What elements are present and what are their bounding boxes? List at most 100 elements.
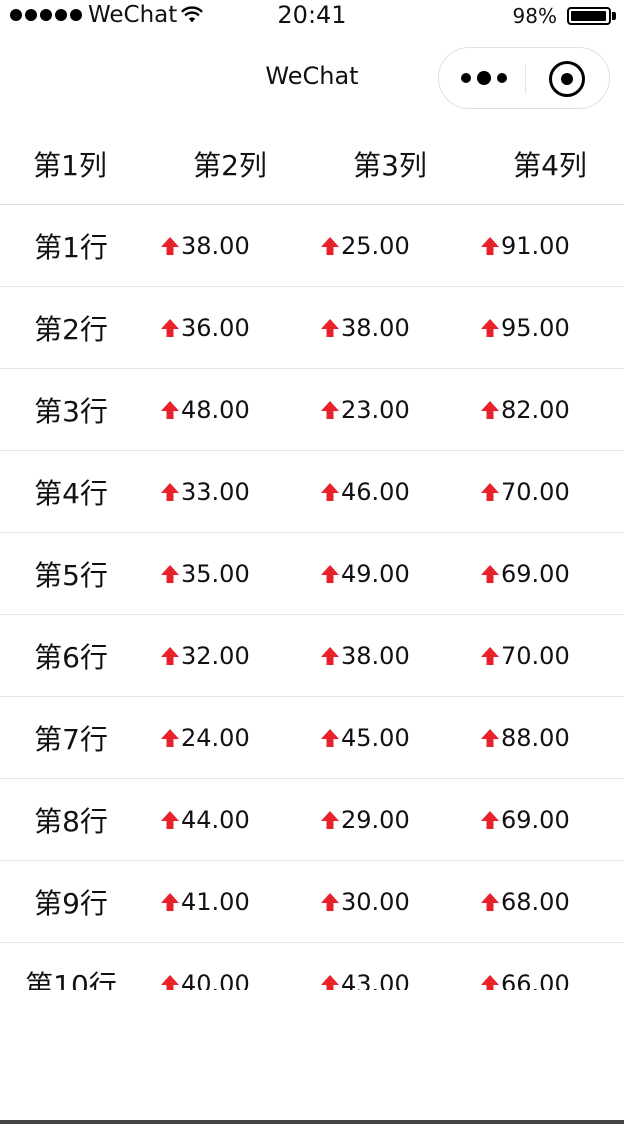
table-header-row: 第1列 第2列 第3列 第4列: [0, 124, 624, 205]
arrow-up-icon: [161, 318, 179, 337]
data-table: 第1列 第2列 第3列 第4列 第1行 38.00 25.00 91.00 第2行 36.…: [0, 124, 624, 990]
value-cell: 88.00: [480, 697, 570, 778]
arrow-up-icon: [161, 646, 179, 665]
home-indicator: [0, 1120, 624, 1124]
row-label: 第5行: [34, 558, 108, 592]
value-text: 23.00: [341, 395, 410, 424]
value-cell: 43.00: [320, 943, 410, 990]
more-options-icon[interactable]: [461, 68, 507, 88]
arrow-up-icon: [321, 564, 339, 583]
arrow-up-icon: [161, 974, 179, 990]
value-text: 32.00: [181, 641, 250, 670]
row-label: 第6行: [34, 640, 108, 674]
value-text: 45.00: [341, 723, 410, 752]
close-mini-program-icon[interactable]: [549, 61, 585, 97]
value-text: 66.00: [501, 969, 570, 991]
table-row: 第7行 24.00 45.00 88.00: [0, 697, 624, 779]
value-cell: 36.00: [160, 287, 250, 368]
arrow-up-icon: [481, 646, 499, 665]
mini-program-capsule: [438, 47, 610, 109]
value-cell: 49.00: [320, 533, 410, 614]
row-label: 第4行: [34, 476, 108, 510]
value-text: 69.00: [501, 805, 570, 834]
arrow-up-icon: [481, 236, 499, 255]
value-text: 25.00: [341, 231, 410, 260]
value-cell: 35.00: [160, 533, 250, 614]
column-header: 第2列: [193, 149, 267, 182]
row-label: 第8行: [34, 804, 108, 838]
battery-icon: [567, 7, 611, 25]
value-cell: 25.00: [320, 205, 410, 286]
capsule-divider: [525, 64, 526, 94]
table-body: 第1行 38.00 25.00 91.00 第2行 36.00 38.00 95.00 第3行 4…: [0, 205, 624, 990]
battery-tip: [612, 12, 616, 20]
value-cell: 33.00: [160, 451, 250, 532]
table-row: 第10行 40.00 43.00 66.00: [0, 943, 624, 990]
value-text: 70.00: [501, 477, 570, 506]
battery-percentage: 98%: [512, 4, 557, 28]
arrow-up-icon: [481, 564, 499, 583]
value-text: 29.00: [341, 805, 410, 834]
value-cell: 38.00: [320, 287, 410, 368]
value-text: 24.00: [181, 723, 250, 752]
table-row: 第3行 48.00 23.00 82.00: [0, 369, 624, 451]
value-cell: 48.00: [160, 369, 250, 450]
value-text: 38.00: [341, 641, 410, 670]
arrow-up-icon: [161, 236, 179, 255]
arrow-up-icon: [161, 482, 179, 501]
arrow-up-icon: [321, 236, 339, 255]
value-text: 41.00: [181, 887, 250, 916]
value-text: 33.00: [181, 477, 250, 506]
table-row: 第8行 44.00 29.00 69.00: [0, 779, 624, 861]
value-text: 49.00: [341, 559, 410, 588]
arrow-up-icon: [481, 974, 499, 990]
arrow-up-icon: [321, 810, 339, 829]
row-label: 第2行: [34, 312, 108, 346]
row-label: 第9行: [34, 886, 108, 920]
table-row: 第6行 32.00 38.00 70.00: [0, 615, 624, 697]
arrow-up-icon: [321, 400, 339, 419]
value-cell: 46.00: [320, 451, 410, 532]
value-text: 36.00: [181, 313, 250, 342]
value-cell: 24.00: [160, 697, 250, 778]
arrow-up-icon: [161, 564, 179, 583]
value-cell: 91.00: [480, 205, 570, 286]
value-text: 44.00: [181, 805, 250, 834]
value-cell: 82.00: [480, 369, 570, 450]
arrow-up-icon: [481, 318, 499, 337]
value-cell: 40.00: [160, 943, 250, 990]
arrow-up-icon: [321, 974, 339, 990]
value-cell: 95.00: [480, 287, 570, 368]
value-text: 68.00: [501, 887, 570, 916]
table-row: 第1行 38.00 25.00 91.00: [0, 205, 624, 287]
value-cell: 45.00: [320, 697, 410, 778]
value-cell: 68.00: [480, 861, 570, 942]
value-text: 48.00: [181, 395, 250, 424]
value-cell: 23.00: [320, 369, 410, 450]
value-text: 46.00: [341, 477, 410, 506]
value-cell: 70.00: [480, 451, 570, 532]
value-text: 95.00: [501, 313, 570, 342]
value-text: 70.00: [501, 641, 570, 670]
row-label: 第1行: [34, 230, 108, 264]
value-text: 35.00: [181, 559, 250, 588]
value-text: 88.00: [501, 723, 570, 752]
arrow-up-icon: [161, 892, 179, 911]
value-text: 30.00: [341, 887, 410, 916]
arrow-up-icon: [321, 728, 339, 747]
arrow-up-icon: [161, 728, 179, 747]
arrow-up-icon: [481, 482, 499, 501]
value-text: 82.00: [501, 395, 570, 424]
value-text: 38.00: [341, 313, 410, 342]
arrow-up-icon: [481, 400, 499, 419]
arrow-up-icon: [481, 810, 499, 829]
arrow-up-icon: [481, 892, 499, 911]
arrow-up-icon: [321, 318, 339, 337]
value-text: 43.00: [341, 969, 410, 991]
value-cell: 32.00: [160, 615, 250, 696]
arrow-up-icon: [321, 646, 339, 665]
arrow-up-icon: [481, 728, 499, 747]
value-cell: 38.00: [320, 615, 410, 696]
value-cell: 70.00: [480, 615, 570, 696]
table-row: 第5行 35.00 49.00 69.00: [0, 533, 624, 615]
